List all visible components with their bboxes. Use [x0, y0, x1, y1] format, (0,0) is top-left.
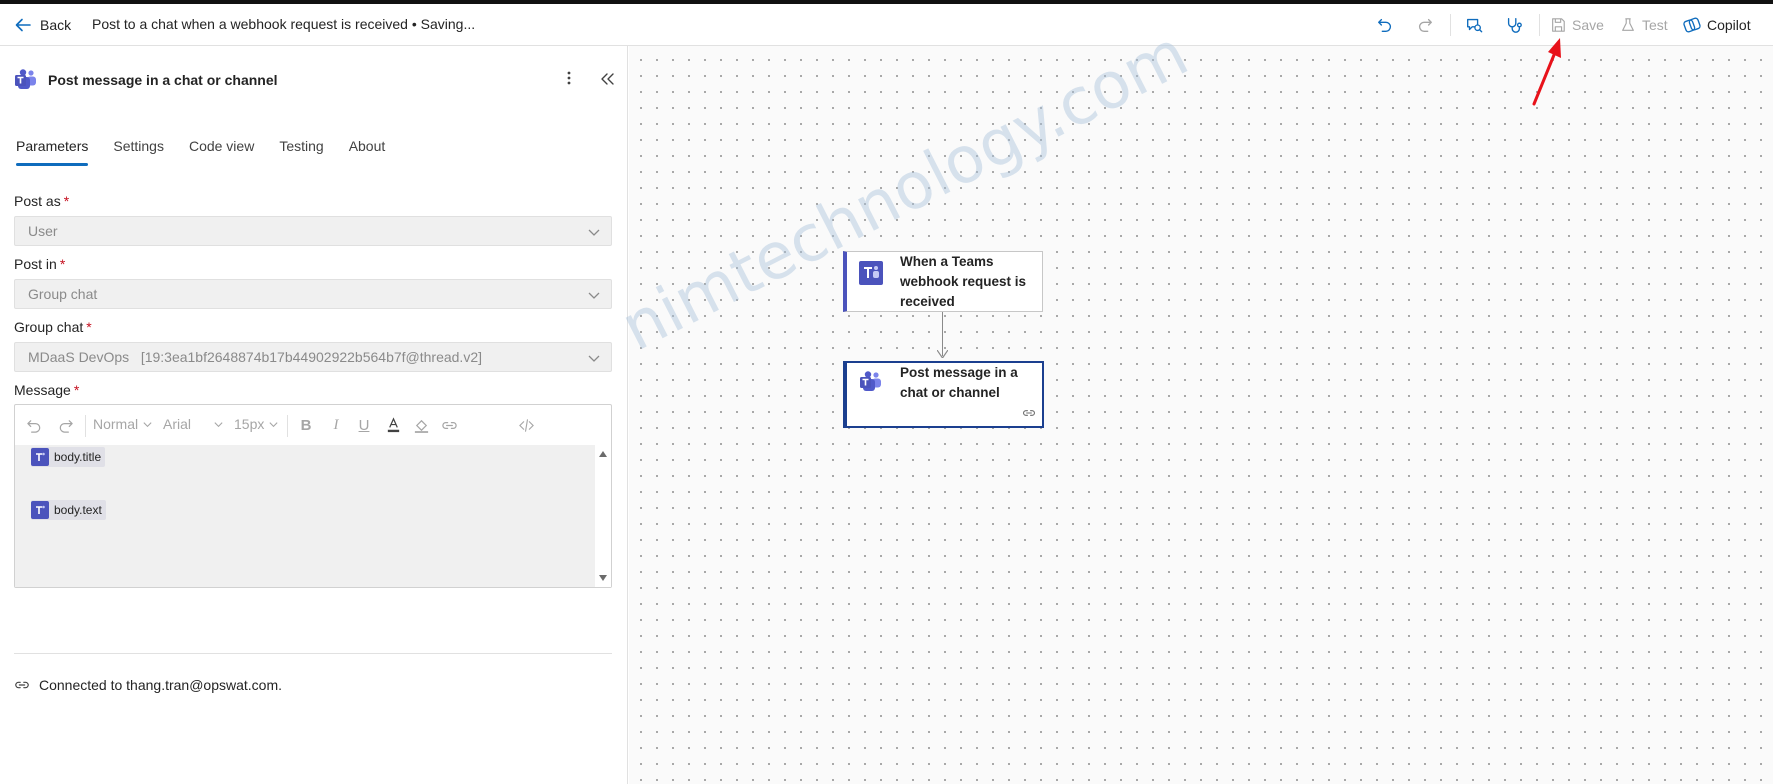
copilot-label: Copilot: [1707, 17, 1751, 33]
trigger-card[interactable]: When a Teams webhook request is received: [843, 251, 1043, 312]
teams-icon: [860, 371, 881, 391]
required-mark: *: [86, 319, 92, 335]
message-editor-body[interactable]: body.title body.text: [15, 445, 595, 587]
block-style-dropdown[interactable]: Normal: [93, 416, 153, 432]
font-color-icon[interactable]: [384, 416, 402, 434]
post-as-value: User: [28, 223, 58, 239]
font-size-dropdown[interactable]: 15px: [234, 416, 279, 432]
tab-about[interactable]: About: [349, 138, 386, 166]
arrow-left-icon: [15, 18, 31, 32]
group-chat-label: Group chat *: [14, 319, 92, 335]
toolbar-separator: [1539, 14, 1540, 36]
teams-icon: [31, 501, 49, 519]
save-label: Save: [1572, 17, 1604, 33]
group-chat-value: MDaaS DevOps [19:3ea1bf2648874b17b449029…: [28, 349, 483, 365]
link-icon[interactable]: [440, 416, 458, 434]
chevron-down-icon: [143, 421, 152, 427]
more-options-icon[interactable]: [561, 68, 577, 88]
connection-info: Connected to thang.tran@opswat.com.: [14, 677, 282, 693]
back-label: Back: [40, 17, 72, 33]
message-label: Message *: [14, 382, 80, 398]
redo-icon[interactable]: [1415, 15, 1435, 35]
flow-checker-icon[interactable]: [1464, 15, 1484, 35]
action-card[interactable]: Post message in a chat or channel: [843, 361, 1044, 428]
trigger-card-title: When a Teams webhook request is received: [900, 254, 1027, 309]
link-icon: [1023, 410, 1035, 416]
back-button[interactable]: Back: [14, 14, 71, 36]
required-mark: *: [73, 382, 80, 398]
toolbar-separator: [287, 415, 288, 437]
annotation-arrow-icon: [1532, 38, 1561, 106]
message-editor[interactable]: Normal Arial 15px B I U body.title body.…: [14, 404, 612, 588]
chevron-down-icon: [588, 292, 600, 299]
tab-parameters[interactable]: Parameters: [16, 138, 89, 166]
dynamic-token[interactable]: body.title: [31, 447, 106, 467]
editor-undo-icon[interactable]: [25, 416, 43, 434]
connection-text: Connected to thang.tran@opswat.com.: [39, 677, 283, 693]
copilot-icon: [1683, 17, 1701, 33]
post-in-dropdown[interactable]: Group chat: [14, 279, 612, 309]
flow-title: Post to a chat when a webhook request is…: [92, 16, 476, 32]
font-family-dropdown[interactable]: Arial: [163, 416, 224, 432]
post-in-value: Group chat: [28, 286, 98, 302]
stethoscope-icon[interactable]: [1504, 15, 1524, 35]
flask-icon: [1622, 18, 1634, 31]
post-as-label: Post as *: [14, 193, 70, 209]
required-mark: *: [63, 193, 70, 209]
save-button[interactable]: Save: [1550, 14, 1604, 36]
test-label: Test: [1642, 17, 1668, 33]
editor-toolbar: Normal Arial 15px B I U: [15, 405, 611, 445]
link-icon: [15, 681, 29, 689]
save-icon: [1552, 18, 1565, 32]
tab-settings[interactable]: Settings: [113, 138, 164, 166]
token-label: body.title: [54, 450, 102, 464]
post-in-label: Post in *: [14, 256, 66, 272]
panel-tabs: Parameters Settings Code view Testing Ab…: [16, 138, 410, 166]
editor-scrollbar[interactable]: [595, 445, 611, 587]
action-details-panel: Post message in a chat or channel Parame…: [0, 46, 628, 784]
chevron-down-icon: [269, 421, 278, 427]
test-button[interactable]: Test: [1620, 14, 1668, 36]
teams-icon: [859, 261, 883, 285]
highlight-color-icon[interactable]: [412, 416, 430, 434]
command-bar: Back Post to a chat when a webhook reque…: [0, 4, 1773, 46]
chevron-down-icon: [588, 355, 600, 362]
undo-icon[interactable]: [1375, 15, 1395, 35]
tab-testing[interactable]: Testing: [279, 138, 323, 166]
dynamic-token[interactable]: body.text: [31, 500, 106, 520]
toolbar-separator: [85, 415, 86, 437]
panel-header: Post message in a chat or channel: [14, 68, 278, 92]
scroll-up-icon[interactable]: [598, 449, 608, 459]
required-mark: *: [59, 256, 66, 272]
group-chat-dropdown[interactable]: MDaaS DevOps [19:3ea1bf2648874b17b449029…: [14, 342, 612, 372]
toolbar-separator: [1450, 14, 1451, 36]
teams-icon: [15, 69, 36, 89]
post-as-dropdown[interactable]: User: [14, 216, 612, 246]
editor-redo-icon[interactable]: [56, 416, 74, 434]
code-view-icon[interactable]: [517, 416, 535, 434]
flow-canvas[interactable]: [629, 46, 1773, 784]
chevron-down-icon: [588, 229, 600, 236]
connector-arrowhead: [937, 350, 948, 358]
action-card-title: Post message in a chat or channel: [900, 365, 1018, 400]
token-label: body.text: [54, 503, 102, 517]
underline-icon[interactable]: U: [355, 416, 373, 434]
bold-icon[interactable]: B: [297, 416, 315, 434]
tab-code-view[interactable]: Code view: [189, 138, 254, 166]
chevron-down-icon: [214, 421, 223, 427]
teams-icon: [31, 448, 49, 466]
copilot-button[interactable]: Copilot: [1683, 14, 1751, 36]
section-divider: [14, 653, 612, 654]
collapse-panel-icon[interactable]: [598, 70, 616, 88]
panel-title: Post message in a chat or channel: [48, 72, 278, 88]
italic-icon[interactable]: I: [327, 416, 345, 434]
scroll-down-icon[interactable]: [598, 573, 608, 583]
